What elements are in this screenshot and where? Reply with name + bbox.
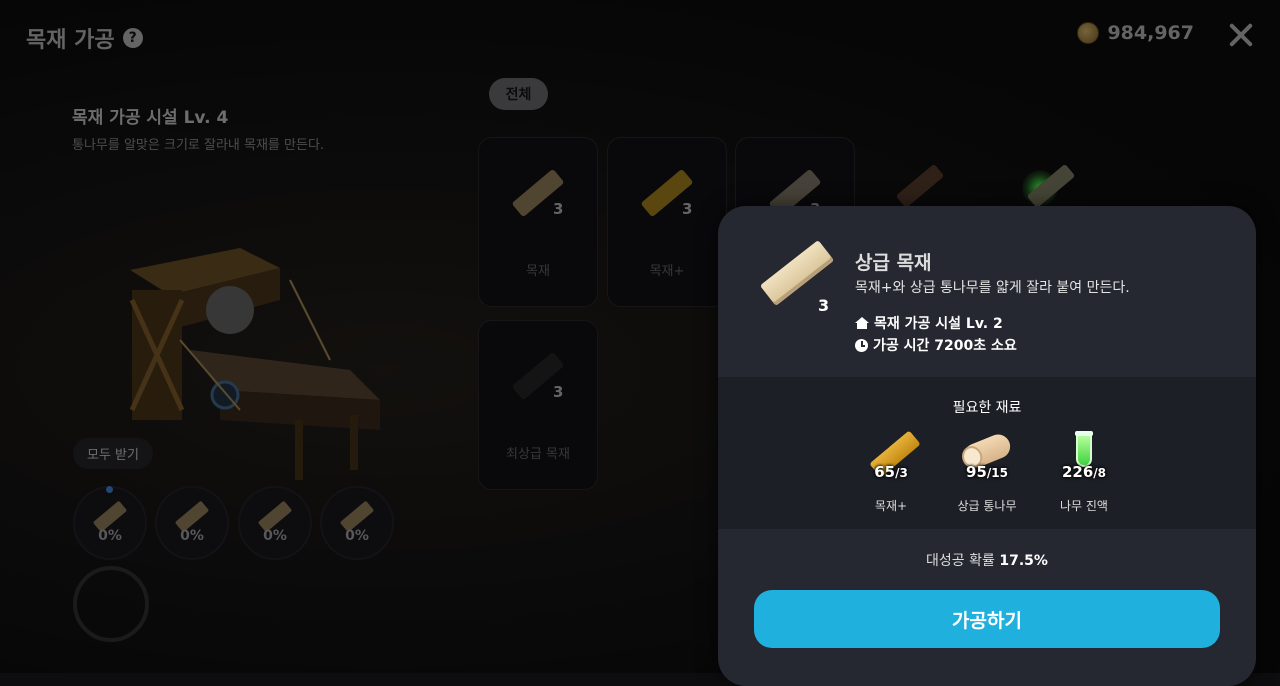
process-button[interactable]: 가공하기	[754, 590, 1220, 648]
material-item[interactable]: 95/15 상급 통나무	[947, 430, 1027, 521]
time-requirement: 가공 시간 7200초 소요	[855, 335, 1017, 355]
material-qty: 226/8	[1061, 463, 1107, 481]
time-requirement-text: 가공 시간 7200초 소요	[873, 338, 1017, 354]
great-success-chance: 대성공 확률 17.5%	[718, 550, 1256, 570]
chance-value: 17.5%	[999, 553, 1048, 569]
material-name: 나무 진액	[1060, 499, 1108, 513]
chance-label: 대성공 확률	[926, 553, 995, 569]
clock-icon	[855, 338, 868, 352]
facility-icon	[855, 317, 869, 329]
item-description: 목재+와 상급 통나무를 얇게 잘라 붙여 만든다.	[855, 280, 1130, 296]
facility-requirement: 목재 가공 시설 Lv. 2	[855, 313, 1003, 333]
item-detail-popup: 3 상급 목재 목재+와 상급 통나무를 얇게 잘라 붙여 만든다. 목재 가공…	[718, 206, 1256, 686]
materials-section: 필요한 재료 65/3 목재+ 95/15 상급 통나무 226/8 나무 진액	[718, 377, 1256, 529]
materials-title: 필요한 재료	[952, 400, 1022, 416]
item-qty: 3	[818, 296, 830, 315]
material-item[interactable]: 226/8 나무 진액	[1044, 431, 1124, 521]
facility-requirement-text: 목재 가공 시설 Lv. 2	[874, 316, 1003, 332]
material-item[interactable]: 65/3 목재+	[851, 430, 931, 521]
material-qty: 65/3	[874, 463, 908, 481]
material-name: 상급 통나무	[957, 499, 1017, 513]
sap-vial-icon	[1075, 431, 1093, 467]
material-name: 목재+	[874, 499, 908, 513]
material-qty: 95/15	[966, 463, 1008, 481]
item-name: 상급 목재	[855, 252, 932, 274]
